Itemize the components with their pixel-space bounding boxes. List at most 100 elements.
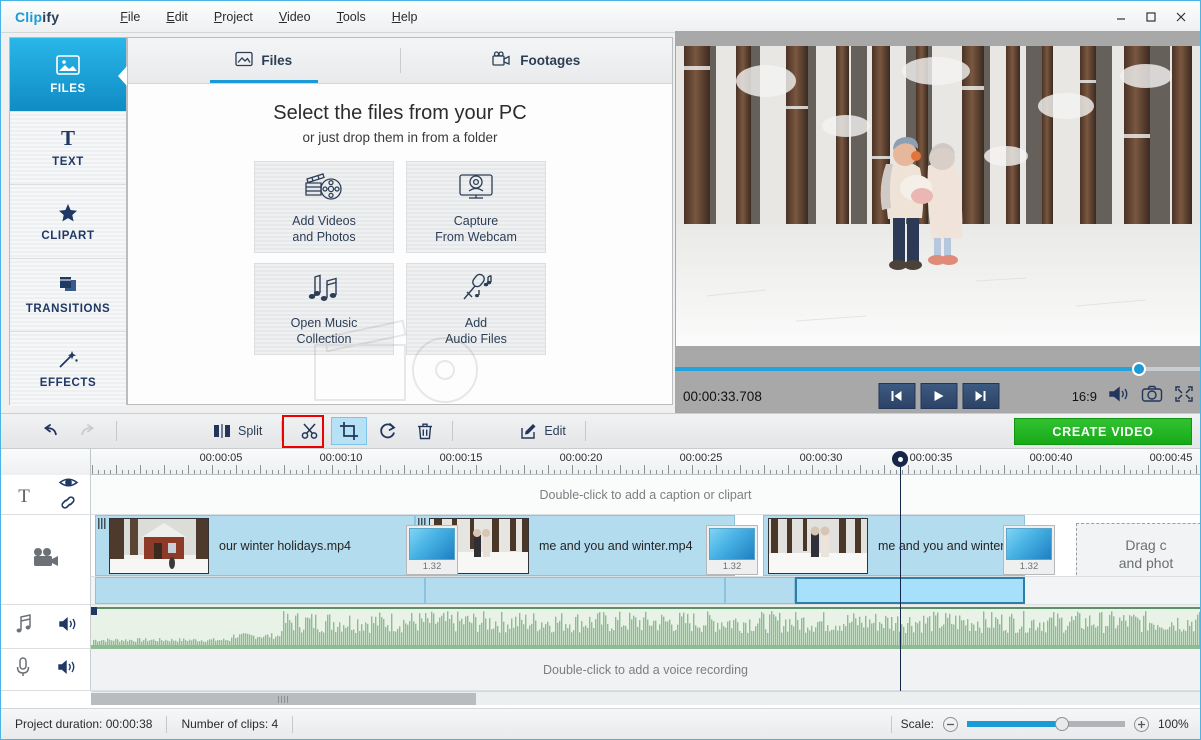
- ruler-label: 00:00:35: [909, 452, 953, 464]
- add-videos-and-photos-button[interactable]: Add Videos and Photos: [254, 161, 394, 253]
- redo-button[interactable]: [71, 417, 105, 445]
- seek-bar[interactable]: [675, 361, 1200, 377]
- sidebar-item-files[interactable]: FILES: [10, 38, 127, 112]
- menu-file[interactable]: File: [107, 6, 153, 28]
- voice-track-body[interactable]: Double-click to add a voice recording: [91, 649, 1200, 691]
- menu-help[interactable]: Help: [379, 6, 431, 28]
- seek-handle[interactable]: [1131, 362, 1146, 376]
- rotate-button[interactable]: [371, 417, 405, 445]
- capture-webcam-label: Capture From Webcam: [435, 213, 517, 244]
- sidebar-item-text[interactable]: T TEXT: [10, 111, 126, 185]
- subtrack-segment[interactable]: [425, 577, 725, 604]
- timeline-ruler[interactable]: 00:00:05 00:00:10 00:00:15 00:00:20 00:00:25…: [1, 449, 1200, 475]
- zoom-in-button[interactable]: [1134, 716, 1149, 732]
- timeline-clip[interactable]: me and you and winter.mp4: [415, 515, 735, 576]
- file-drop-area[interactable]: Select the files from your PC or just dr…: [128, 84, 672, 404]
- video-preview-frame[interactable]: [676, 46, 1200, 346]
- minimize-button[interactable]: [1106, 4, 1136, 30]
- eye-icon[interactable]: [58, 476, 78, 494]
- crop-button[interactable]: [331, 417, 368, 445]
- scale-slider[interactable]: [967, 717, 1125, 731]
- ruler-label: 00:00:25: [679, 452, 723, 464]
- aspect-ratio-label[interactable]: 16:9: [1072, 389, 1097, 404]
- snapshot-camera-icon[interactable]: [1141, 385, 1163, 408]
- text-track-header[interactable]: T: [1, 475, 91, 515]
- previous-frame-button[interactable]: [878, 383, 915, 409]
- status-divider-3: [890, 715, 892, 733]
- subtrack-segment[interactable]: [725, 577, 795, 604]
- zoom-out-button[interactable]: [943, 716, 958, 732]
- scale-slider-handle[interactable]: [1054, 717, 1069, 731]
- timeline: 00:00:05 00:00:10 00:00:15 00:00:20 00:00:25…: [1, 449, 1200, 709]
- tab-footages[interactable]: Footages: [401, 38, 673, 83]
- split-button[interactable]: Split: [206, 417, 270, 445]
- voice-track-header[interactable]: [1, 649, 91, 691]
- app-logo: Clipify: [15, 9, 59, 25]
- open-music-label: Open Music Collection: [290, 315, 358, 346]
- sidebar-label-clipart: CLIPART: [41, 229, 95, 242]
- video-track-header[interactable]: [1, 515, 91, 605]
- sidebar-label-text: TEXT: [52, 156, 84, 169]
- timeline-clip[interactable]: me and you and winter.mp4: [763, 515, 1025, 576]
- film-camera-icon: [492, 51, 512, 70]
- subtrack-segment[interactable]: [795, 577, 1025, 604]
- text-track-body[interactable]: Double-click to add a caption or clipart: [91, 475, 1200, 515]
- undo-button[interactable]: [33, 417, 67, 445]
- video-track-body[interactable]: our winter holidays.mp4 me and you and wi…: [91, 515, 1200, 577]
- tab-files[interactable]: Files: [128, 38, 400, 83]
- ruler-label: 00:00:05: [199, 452, 243, 464]
- playhead-handle[interactable]: [892, 451, 908, 467]
- clip-count: Number of clips: 4: [167, 717, 292, 731]
- drop-headline: Select the files from your PC: [273, 102, 527, 124]
- fullscreen-icon[interactable]: [1174, 385, 1194, 408]
- link-icon[interactable]: [59, 495, 78, 514]
- timeline-scrollbar-thumb[interactable]: [91, 693, 476, 705]
- menu-video[interactable]: Video: [266, 6, 324, 28]
- toolbar-divider-4: [584, 421, 586, 441]
- video-dropzone[interactable]: Drag c and phot: [1076, 523, 1200, 576]
- speaker-icon-music[interactable]: [58, 616, 78, 637]
- toolbar-divider-1: [116, 421, 117, 441]
- transition-marker[interactable]: 1.32: [406, 525, 458, 575]
- photo-icon: [235, 51, 254, 70]
- add-audio-files-button[interactable]: Add Audio Files: [406, 263, 546, 355]
- tab-files-label: Files: [261, 53, 293, 68]
- split-label: Split: [238, 424, 263, 438]
- create-video-button[interactable]: CREATE VIDEO: [1014, 418, 1192, 445]
- music-track-body[interactable]: [91, 605, 1200, 649]
- volume-icon[interactable]: [1108, 385, 1130, 408]
- transition-thumbnail: [409, 528, 455, 560]
- text-t-icon: T: [18, 486, 30, 507]
- maximize-button[interactable]: [1136, 4, 1166, 30]
- sidebar-item-transitions[interactable]: TRANSITIONS: [10, 258, 126, 332]
- music-note-icon: [13, 613, 35, 640]
- cut-button[interactable]: [293, 417, 327, 445]
- sidebar-item-clipart[interactable]: CLIPART: [10, 185, 126, 259]
- next-frame-button[interactable]: [962, 383, 999, 409]
- timeline-clip[interactable]: our winter holidays.mp4: [95, 515, 415, 576]
- transition-marker[interactable]: 1.32: [706, 525, 758, 575]
- open-music-collection-button[interactable]: Open Music Collection: [254, 263, 394, 355]
- sidebar-item-effects[interactable]: EFFECTS: [10, 332, 126, 406]
- subtrack-segment[interactable]: [95, 577, 425, 604]
- menu-edit[interactable]: Edit: [153, 6, 201, 28]
- seek-fill: [675, 367, 1139, 371]
- transition-marker[interactable]: 1.32: [1003, 525, 1055, 575]
- music-track-header[interactable]: [1, 605, 91, 649]
- close-button[interactable]: [1166, 4, 1196, 30]
- clapperboard-reel-icon: [303, 169, 345, 208]
- video-subtrack[interactable]: [91, 577, 1200, 605]
- player-timecode: 00:00:33.708: [683, 388, 762, 404]
- play-button[interactable]: [920, 383, 957, 409]
- timeline-scrollbar[interactable]: [91, 691, 1200, 705]
- delete-button[interactable]: [409, 417, 441, 445]
- capture-from-webcam-button[interactable]: Capture From Webcam: [406, 161, 546, 253]
- scale-slider-fill: [967, 721, 1062, 727]
- video-camera-icon: [31, 545, 61, 574]
- clip-grip[interactable]: [98, 518, 107, 529]
- menu-tools[interactable]: Tools: [324, 6, 379, 28]
- toolbar-divider-3: [452, 421, 454, 441]
- menu-project[interactable]: Project: [201, 6, 266, 28]
- speaker-icon-voice[interactable]: [57, 659, 77, 680]
- edit-button[interactable]: Edit: [512, 417, 574, 445]
